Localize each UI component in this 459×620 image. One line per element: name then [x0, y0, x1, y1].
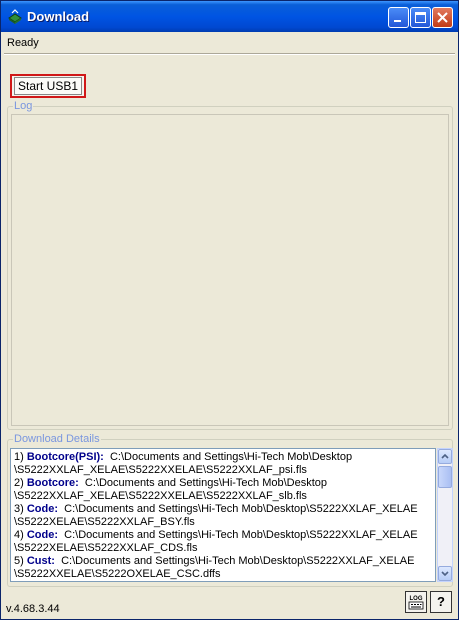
log-icon: LOG — [408, 596, 424, 610]
title-bar[interactable]: Download — [1, 1, 458, 32]
list-item: 3) Code: C:\Documents and Settings\Hi-Te… — [14, 503, 418, 515]
chevron-down-icon — [441, 571, 449, 577]
scroll-down-button[interactable] — [438, 566, 452, 581]
list-item-continued: \S5222XXLAF_XELAE\S5222XXELAE\S5222XXLAF… — [14, 490, 307, 502]
help-button[interactable]: ? — [430, 591, 452, 613]
list-item-continued: \S5222XELAE\S5222XXLAF_BSY.fls — [14, 516, 195, 528]
log-group: Log — [7, 100, 453, 430]
app-chip-icon — [7, 9, 23, 25]
version-label: v.4.68.3.44 — [6, 603, 60, 615]
download-details-list[interactable]: 1) Bootcore(PSI): C:\Documents and Setti… — [10, 448, 436, 582]
close-icon — [437, 12, 448, 23]
scroll-up-button[interactable] — [438, 449, 452, 464]
list-item: 4) Code: C:\Documents and Settings\Hi-Te… — [14, 529, 418, 541]
list-item-continued: \S5222XXLAF_XELAE\S5222XXELAE\S5222XXLAF… — [14, 464, 307, 476]
log-label: Log — [13, 100, 34, 112]
close-button[interactable] — [432, 7, 453, 28]
list-item: 5) Cust: C:\Documents and Settings\Hi-Te… — [14, 555, 415, 567]
list-item: 1) Bootcore(PSI): C:\Documents and Setti… — [14, 451, 353, 463]
maximize-icon — [415, 12, 426, 23]
list-item-continued: \S5222XELAE\S5222XXLAF_CDS.fls — [14, 542, 198, 554]
minimize-button[interactable] — [388, 7, 409, 28]
download-window: Download Ready Start USB1 Log Download D… — [0, 0, 459, 620]
start-usb-button[interactable]: Start USB1 — [10, 74, 86, 98]
chevron-up-icon — [441, 453, 449, 459]
log-area[interactable] — [11, 114, 449, 426]
list-item: 2) Bootcore: C:\Documents and Settings\H… — [14, 477, 328, 489]
scroll-thumb[interactable] — [438, 466, 452, 488]
download-details-label: Download Details — [13, 433, 101, 445]
download-details-group: Download Details 1) Bootcore(PSI): C:\Do… — [7, 433, 453, 587]
status-divider — [4, 53, 455, 55]
list-item-continued: \S5222XXELAE\S5222OXELAE_CSC.dffs — [14, 568, 221, 580]
details-scrollbar[interactable] — [437, 448, 453, 582]
maximize-button[interactable] — [410, 7, 431, 28]
status-text: Ready — [7, 37, 39, 49]
log-view-button[interactable]: LOG — [405, 591, 427, 613]
minimize-icon — [394, 20, 401, 22]
start-usb-label: Start USB1 — [14, 77, 82, 95]
window-title: Download — [27, 9, 90, 24]
svg-text:LOG: LOG — [410, 596, 423, 602]
